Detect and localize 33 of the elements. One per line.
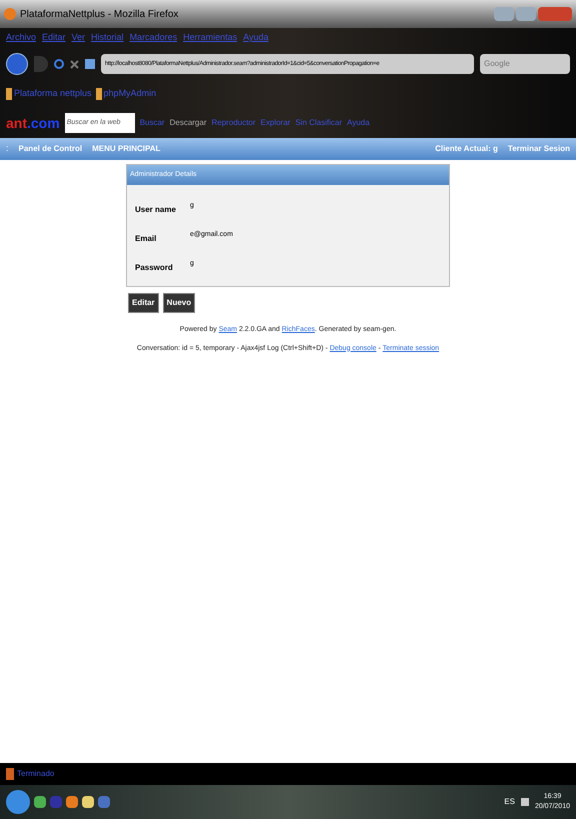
action-button[interactable]: Nuevo — [162, 293, 196, 313]
toolbar-link[interactable]: Ayuda — [347, 117, 370, 129]
bookmark-link[interactable]: phpMyAdmin — [96, 87, 156, 101]
field-label: User name — [135, 204, 177, 216]
nav-link[interactable]: MENU PRINCIPAL — [92, 143, 160, 155]
stop-icon[interactable] — [70, 60, 79, 68]
toolbar-link[interactable]: Buscar — [140, 117, 165, 129]
menu-item[interactable]: Ver — [72, 31, 86, 45]
nav-link[interactable]: Terminar Sesion — [508, 143, 570, 155]
menu-item[interactable]: Editar — [42, 31, 66, 45]
toolbar-logo: ant.com — [6, 116, 60, 130]
nav-link[interactable]: Panel de Control — [18, 143, 82, 155]
toolbar-link[interactable]: Descargar — [170, 117, 206, 129]
start-button[interactable] — [6, 790, 30, 814]
bookmark-link[interactable]: Plataforma nettplus — [6, 87, 92, 101]
menu-item[interactable]: Historial — [91, 31, 124, 45]
nav-handle: : — [6, 142, 9, 156]
toolbar-link[interactable]: Explorar — [260, 117, 290, 129]
field-label: Password — [135, 262, 174, 274]
menu-item[interactable]: Marcadores — [130, 31, 178, 45]
nav-link[interactable]: Cliente Actual: g — [435, 143, 498, 155]
menu-item[interactable]: Archivo — [6, 31, 36, 45]
menu-item[interactable]: Herramientas — [183, 31, 238, 45]
back-button[interactable] — [6, 53, 28, 75]
action-button[interactable]: Editar — [128, 293, 159, 313]
status-text: Terminado — [17, 768, 54, 780]
field-label: Email — [135, 233, 158, 245]
window-title: PlataformaNettplus - Mozilla Firefox — [20, 8, 178, 22]
search-field[interactable]: Google — [480, 54, 570, 74]
toolbar-link[interactable]: Sin Clasificar — [295, 117, 342, 129]
toolbar-link[interactable]: Reproductor — [212, 117, 256, 129]
menu-item[interactable]: Ayuda — [243, 31, 268, 45]
language-indicator[interactable]: ES — [504, 796, 515, 808]
